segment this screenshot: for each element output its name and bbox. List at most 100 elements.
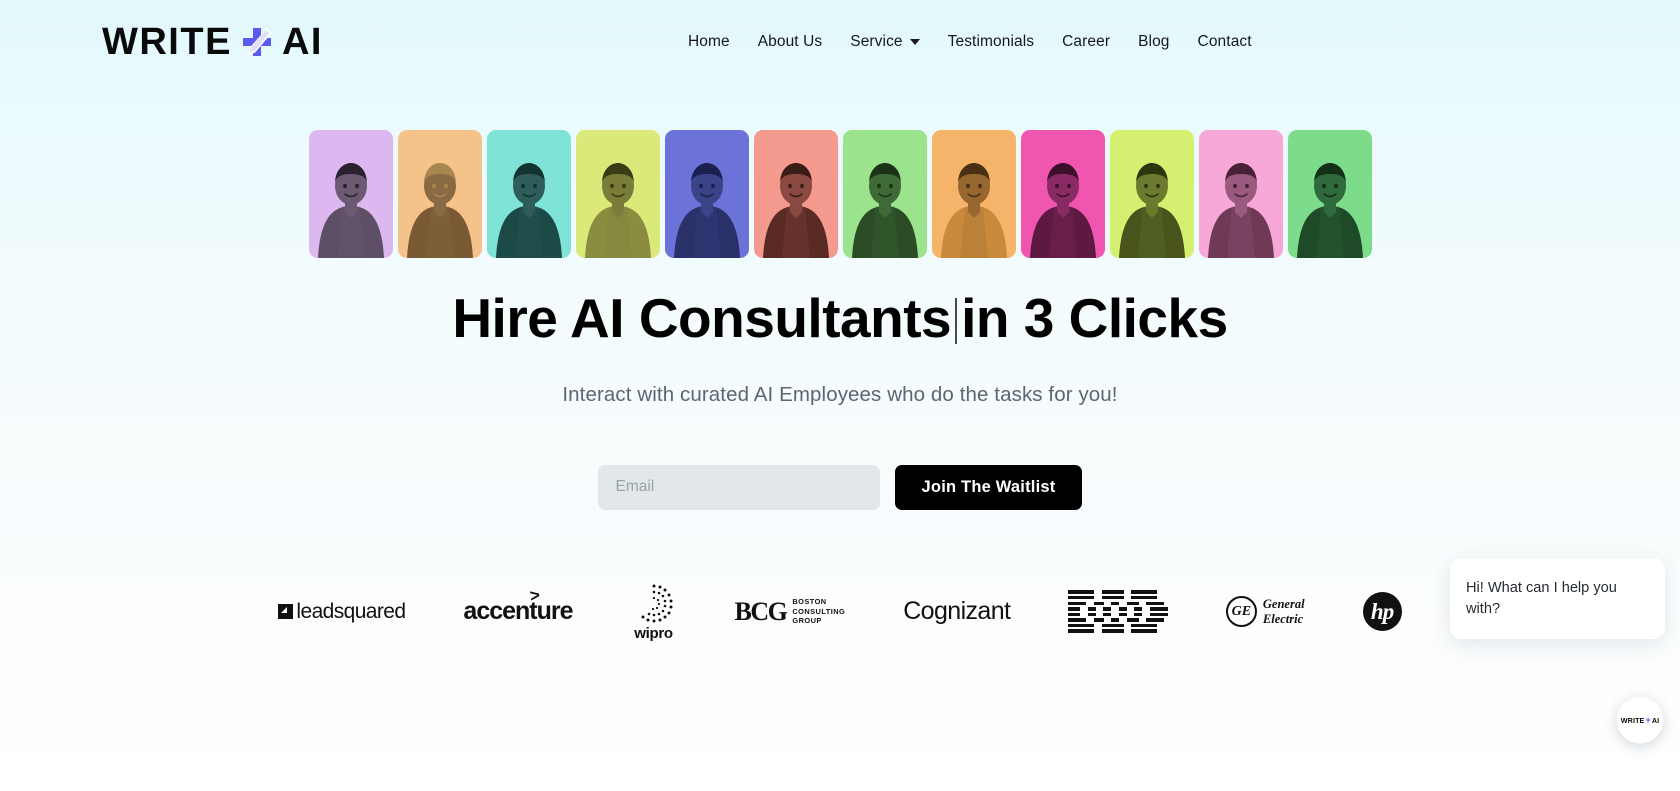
bcg-sub-line2: CONSULTING [792, 606, 846, 616]
nav-item-blog[interactable]: Blog [1138, 33, 1169, 51]
ibm-bar [1131, 623, 1158, 628]
ibm-bar [1068, 590, 1095, 594]
chat-launcher-button[interactable]: WRITE + AI [1616, 696, 1664, 744]
ge-lockup: GE General Electric [1225, 596, 1305, 628]
avatar-portrait [584, 163, 651, 258]
consultant-avatar-card [575, 130, 660, 258]
cognizant-label: Cognizant [903, 597, 1011, 626]
consultant-avatar-card [1198, 130, 1283, 258]
join-waitlist-button[interactable]: Join The Waitlist [894, 464, 1083, 510]
chat-launcher-logo: WRITE + AI [1621, 715, 1659, 725]
client-logo-accenture: accenture > [463, 586, 573, 636]
ibm-bar [1068, 607, 1081, 611]
ibm-bar-row [1068, 607, 1168, 611]
ibm-bar [1068, 623, 1095, 628]
nav-label: Blog [1138, 33, 1170, 50]
ibm-bar [1103, 607, 1112, 611]
nav-item-about-us[interactable]: About Us [758, 33, 823, 51]
ge-line1: General [1262, 596, 1305, 611]
client-logo-ibm [1068, 588, 1168, 636]
ibm-bar [1149, 612, 1168, 617]
nav-item-contact[interactable]: Contact [1198, 33, 1252, 51]
ibm-bar [1101, 590, 1124, 594]
wipro-dots-icon [641, 584, 673, 623]
ibm-bar [1068, 618, 1087, 622]
ibm-bar [1131, 629, 1158, 633]
ibm-bar [1134, 612, 1143, 617]
ibm-bar [1068, 595, 1095, 600]
ibm-bar [1101, 629, 1124, 633]
ibm-bar-row [1068, 590, 1168, 594]
brand-logo[interactable]: WRITE AI [102, 23, 323, 61]
avatar-portrait [940, 163, 1007, 258]
client-logo-cognizant: Cognizant [903, 588, 1011, 636]
consultant-avatar-card [486, 130, 571, 258]
ibm-bar [1146, 618, 1165, 622]
nav-item-home[interactable]: Home [688, 33, 730, 51]
ibm-bar [1101, 595, 1124, 600]
nav-item-service[interactable]: Service [850, 33, 920, 51]
nav-item-career[interactable]: Career [1062, 33, 1110, 51]
avatar-portrait [1296, 163, 1363, 258]
avatar-portrait [762, 163, 829, 258]
ibm-bar-row [1068, 629, 1168, 633]
consultant-avatar-strip [0, 130, 1680, 258]
ibm-bar [1111, 618, 1120, 622]
bcg-letters: BCG [734, 596, 788, 626]
ge-monogram-icon: GE [1225, 596, 1257, 628]
bcg-subtext: BOSTON CONSULTING GROUP [792, 597, 845, 626]
ibm-bar [1131, 590, 1158, 594]
ibm-bar [1103, 612, 1112, 617]
consultant-avatar-card [308, 130, 393, 258]
ibm-bars-icon [1068, 590, 1168, 633]
consultant-avatar-card [842, 130, 927, 258]
chevron-down-icon [909, 39, 920, 45]
ibm-bar [1118, 612, 1127, 617]
bcg-sub-line1: BOSTON [792, 596, 827, 606]
client-logo-strip: leadsquared accenture > wipro BCG BOSTON… [0, 584, 1680, 642]
site-header: WRITE AI Home About Us Service Testimoni… [0, 0, 1680, 84]
avatar-portrait [317, 163, 384, 258]
client-logo-hp: hp [1362, 588, 1402, 636]
ibm-bar [1087, 607, 1096, 611]
ibm-bar [1093, 601, 1104, 605]
brand-name-left: WRITE [102, 21, 232, 63]
ibm-bar-row [1068, 595, 1168, 600]
accenture-text: accenture [463, 597, 573, 626]
avatar-portrait [1029, 163, 1096, 258]
hp-logo-icon: hp [1362, 592, 1402, 632]
typing-caret [955, 297, 958, 344]
nav-label: About Us [757, 33, 823, 50]
consultant-avatar-card [931, 130, 1016, 258]
email-input[interactable] [597, 464, 880, 510]
avatar-portrait [406, 163, 473, 258]
leadsquared-label: leadsquared [296, 599, 406, 623]
client-logo-bcg: BCG BOSTON CONSULTING GROUP [735, 588, 846, 636]
avatar-portrait [495, 163, 562, 258]
nav-label: Testimonials [947, 33, 1035, 50]
ge-label: General Electric [1263, 597, 1305, 627]
consultant-avatar-card [397, 130, 482, 258]
ibm-bar [1068, 629, 1095, 633]
nav-label: Career [1062, 33, 1111, 50]
bcg-sub-line3: GROUP [792, 616, 822, 626]
consultant-avatar-card [1020, 130, 1105, 258]
nav-label: Home [687, 33, 730, 50]
nav-label: Service [850, 33, 903, 50]
accenture-label: accenture > [463, 586, 573, 626]
launcher-text-left: WRITE [1620, 715, 1645, 725]
ibm-bar [1149, 607, 1168, 611]
client-logo-leadsquared: leadsquared [278, 588, 406, 636]
nav-item-testimonials[interactable]: Testimonials [948, 33, 1034, 51]
ibm-bar [1093, 618, 1104, 622]
ge-line2: Electric [1262, 611, 1304, 626]
main-navigation: Home About Us Service Testimonials Caree… [688, 33, 1252, 51]
consultant-avatar-card [1287, 130, 1372, 258]
consultant-avatar-card [753, 130, 838, 258]
ibm-bar [1087, 612, 1096, 617]
ibm-bar-row [1068, 601, 1168, 605]
ibm-bar [1111, 601, 1120, 605]
ibm-bar [1134, 607, 1143, 611]
ibm-bar [1101, 623, 1124, 628]
ibm-bar-row [1068, 623, 1168, 628]
